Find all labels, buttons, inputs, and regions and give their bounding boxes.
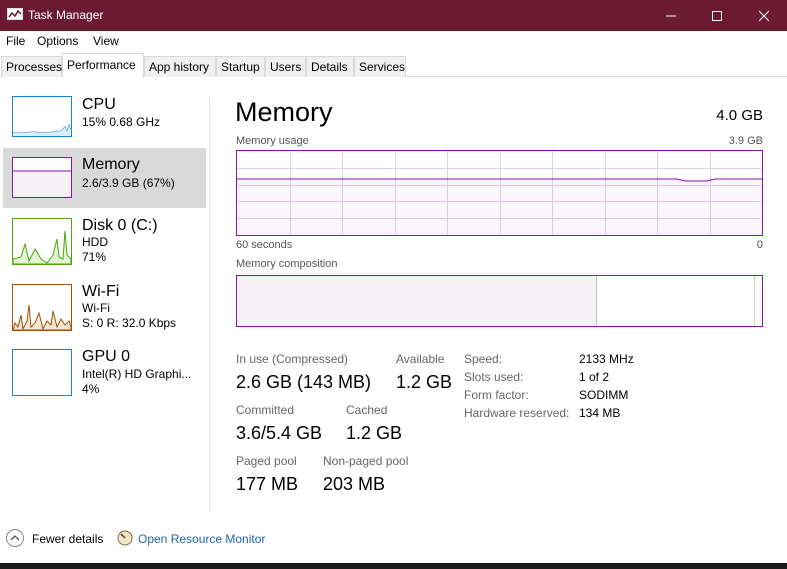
sidebar-item-label: Disk 0 (C:) bbox=[82, 217, 158, 234]
tab-performance[interactable]: Performance bbox=[62, 53, 144, 78]
sidebar-item-memory[interactable]: Memory 2.6/3.9 GB (67%) bbox=[3, 148, 206, 208]
sidebar-item-label: GPU 0 bbox=[82, 348, 131, 365]
memory-composition-label: Memory composition bbox=[236, 258, 338, 270]
hardware-reserved-label: Hardware reserved: bbox=[464, 406, 570, 420]
speed-value: 2133 MHz bbox=[579, 352, 634, 366]
title-bar: Task Manager bbox=[0, 0, 787, 31]
time-axis-start: 60 seconds bbox=[236, 239, 293, 251]
close-button[interactable] bbox=[741, 0, 787, 31]
sidebar-item-label: Wi-Fi bbox=[82, 283, 120, 300]
memory-thumbnail bbox=[12, 157, 72, 198]
slots-used-label: Slots used: bbox=[464, 370, 524, 384]
cached-value: 1.2 GB bbox=[346, 423, 403, 443]
total-memory: 4.0 GB bbox=[716, 107, 763, 124]
wifi-thumbnail bbox=[12, 284, 72, 331]
fewer-details-button[interactable]: Fewer details bbox=[32, 532, 103, 546]
maximize-icon bbox=[712, 10, 722, 21]
footer: Fewer details Open Resource Monitor bbox=[0, 526, 787, 554]
composition-standby[interactable] bbox=[597, 276, 755, 326]
non-paged-pool-value: 203 MB bbox=[323, 474, 386, 494]
composition-in-use[interactable] bbox=[237, 276, 597, 326]
taskbar-edge bbox=[0, 563, 787, 569]
memory-composition-bar bbox=[236, 275, 763, 327]
disk-thumbnail bbox=[12, 218, 72, 265]
tab-users[interactable]: Users bbox=[265, 56, 306, 77]
menu-options[interactable]: Options bbox=[37, 34, 78, 48]
cpu-thumbnail bbox=[12, 96, 72, 137]
tab-processes[interactable]: Processes bbox=[1, 56, 62, 77]
sidebar-item-detail: Wi-Fi bbox=[82, 301, 110, 315]
tab-app-history[interactable]: App history bbox=[144, 56, 216, 77]
tab-strip: Processes Performance App history Startu… bbox=[0, 53, 787, 78]
minimize-icon bbox=[666, 15, 676, 16]
available-label: Available bbox=[396, 352, 445, 366]
available-value: 1.2 GB bbox=[396, 372, 453, 392]
memory-usage-max: 3.9 GB bbox=[728, 135, 763, 147]
sidebar-item-cpu[interactable]: CPU 15% 0.68 GHz bbox=[3, 96, 206, 156]
sidebar-item-detail-2: S: 0 R: 32.0 Kbps bbox=[82, 316, 177, 330]
resource-monitor-icon[interactable] bbox=[117, 530, 133, 546]
maximize-button[interactable] bbox=[694, 0, 740, 31]
memory-usage-chart bbox=[237, 151, 762, 235]
wifi-thumbnail-graph bbox=[12, 304, 72, 331]
committed-value: 3.6/5.4 GB bbox=[236, 423, 323, 443]
sidebar-item-label: Memory bbox=[82, 156, 140, 173]
sidebar-item-disk[interactable]: Disk 0 (C:) HDD 71% bbox=[3, 217, 206, 277]
task-manager-icon bbox=[7, 8, 23, 22]
cached-label: Cached bbox=[346, 403, 388, 417]
sidebar-item-detail-2: 4% bbox=[82, 382, 100, 396]
sidebar-item-detail-2: 71% bbox=[82, 250, 107, 264]
tab-services[interactable]: Services bbox=[354, 56, 406, 77]
memory-usage-label: Memory usage bbox=[236, 135, 309, 147]
minimize-button[interactable] bbox=[648, 0, 694, 31]
paged-pool-value: 177 MB bbox=[236, 474, 299, 494]
disk-thumbnail-graph bbox=[12, 230, 72, 265]
menu-file[interactable]: File bbox=[6, 34, 25, 48]
memory-usage-area bbox=[237, 179, 762, 235]
chevron-up-icon[interactable] bbox=[6, 529, 24, 547]
form-factor-value: SODIMM bbox=[579, 388, 629, 402]
committed-label: Committed bbox=[236, 403, 295, 417]
speed-label: Speed: bbox=[464, 352, 503, 366]
gpu-thumbnail bbox=[12, 349, 72, 396]
paged-pool-label: Paged pool bbox=[236, 454, 297, 468]
open-resource-monitor-link[interactable]: Open Resource Monitor bbox=[138, 532, 265, 546]
in-use-label: In use (Compressed) bbox=[236, 352, 349, 366]
sidebar-item-gpu[interactable]: GPU 0 Intel(R) HD Graphi... 4% bbox=[3, 348, 206, 408]
tab-startup[interactable]: Startup bbox=[216, 56, 265, 77]
sidebar-item-wifi[interactable]: Wi-Fi Wi-Fi S: 0 R: 32.0 Kbps bbox=[3, 283, 206, 343]
sidebar-item-detail: HDD bbox=[82, 235, 108, 249]
non-paged-pool-label: Non-paged pool bbox=[323, 454, 409, 468]
memory-thumbnail-graph bbox=[13, 170, 71, 197]
memory-usage-graph bbox=[236, 150, 763, 236]
tab-details[interactable]: Details bbox=[306, 56, 354, 77]
sidebar-item-detail: Intel(R) HD Graphi... bbox=[82, 367, 192, 381]
menu-bar: File Options View bbox=[0, 31, 787, 52]
time-axis-end: 0 bbox=[756, 239, 763, 251]
menu-view[interactable]: View bbox=[93, 34, 119, 48]
close-icon bbox=[759, 10, 769, 21]
sidebar-item-label: CPU bbox=[82, 96, 116, 113]
window-title: Task Manager bbox=[28, 8, 104, 22]
page-title: Memory bbox=[235, 97, 333, 127]
sidebar-item-detail: 15% 0.68 GHz bbox=[82, 115, 161, 129]
cpu-thumbnail-graph bbox=[13, 123, 72, 136]
sidebar-item-detail: 2.6/3.9 GB (67%) bbox=[82, 176, 175, 190]
slots-used-value: 1 of 2 bbox=[579, 370, 610, 384]
form-factor-label: Form factor: bbox=[464, 388, 529, 402]
hardware-reserved-value: 134 MB bbox=[579, 406, 621, 420]
in-use-value: 2.6 GB (143 MB) bbox=[236, 372, 372, 392]
sidebar-divider bbox=[209, 97, 210, 512]
